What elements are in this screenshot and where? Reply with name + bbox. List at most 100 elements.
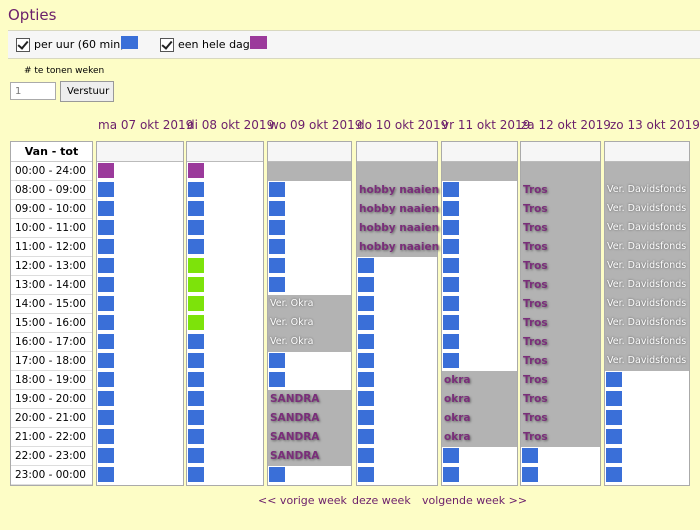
booked-slot[interactable] [357, 162, 437, 181]
slot-marker[interactable] [522, 448, 538, 463]
time-slot[interactable] [97, 390, 183, 409]
slot-marker[interactable] [443, 239, 459, 254]
time-slot[interactable] [268, 352, 351, 371]
booked-slot[interactable]: Tros [521, 219, 600, 238]
booked-slot[interactable]: okra [442, 390, 517, 409]
slot-marker[interactable] [269, 258, 285, 273]
booked-slot[interactable]: Ver. Davidsfonds [605, 257, 689, 276]
booked-slot[interactable]: hobby naaien [357, 200, 439, 219]
booked-slot[interactable]: Ver. Okra [268, 314, 351, 333]
slot-marker[interactable] [443, 315, 459, 330]
slot-marker[interactable] [443, 277, 459, 292]
time-slot[interactable] [187, 295, 263, 314]
time-slot[interactable] [442, 181, 517, 200]
slot-marker[interactable] [443, 334, 459, 349]
slot-marker[interactable] [98, 239, 114, 254]
prev-week-link[interactable]: << vorige week [258, 494, 347, 507]
slot-marker[interactable] [188, 353, 204, 368]
this-week-link[interactable]: deze week [352, 494, 411, 507]
time-slot[interactable] [268, 257, 351, 276]
booked-slot[interactable] [268, 162, 351, 181]
slot-marker[interactable] [443, 182, 459, 197]
time-slot[interactable] [605, 428, 689, 447]
booked-slot[interactable]: Tros [521, 352, 600, 371]
time-slot[interactable] [442, 200, 517, 219]
time-slot[interactable] [97, 314, 183, 333]
time-slot[interactable] [268, 200, 351, 219]
slot-marker[interactable] [358, 296, 374, 311]
time-slot[interactable] [268, 371, 351, 390]
time-slot[interactable] [187, 371, 263, 390]
time-slot[interactable] [97, 447, 183, 466]
booked-slot[interactable]: hobby naaien [357, 219, 439, 238]
slot-marker[interactable] [188, 220, 204, 235]
time-slot[interactable] [442, 314, 517, 333]
slot-marker[interactable] [358, 467, 374, 482]
slot-marker[interactable] [269, 220, 285, 235]
time-slot[interactable] [357, 333, 437, 352]
slot-marker[interactable] [188, 429, 204, 444]
slot-marker[interactable] [188, 201, 204, 216]
slot-marker[interactable] [188, 391, 204, 406]
slot-marker[interactable] [98, 410, 114, 425]
time-slot[interactable] [187, 352, 263, 371]
slot-marker[interactable] [606, 410, 622, 425]
time-slot[interactable] [605, 466, 689, 485]
time-slot[interactable] [442, 238, 517, 257]
time-slot[interactable] [605, 447, 689, 466]
slot-marker[interactable] [358, 391, 374, 406]
time-slot[interactable] [605, 371, 689, 390]
time-slot[interactable] [357, 390, 437, 409]
time-slot[interactable] [442, 219, 517, 238]
time-slot[interactable] [187, 466, 263, 485]
booked-slot[interactable]: Ver. Okra [268, 295, 351, 314]
time-slot[interactable] [357, 257, 437, 276]
booked-slot[interactable] [442, 162, 517, 181]
slot-marker[interactable] [98, 315, 114, 330]
slot-marker[interactable] [98, 277, 114, 292]
booked-slot[interactable]: Tros [521, 276, 600, 295]
time-slot[interactable] [268, 238, 351, 257]
slot-marker[interactable] [98, 391, 114, 406]
slot-marker[interactable] [188, 372, 204, 387]
slot-marker[interactable] [98, 220, 114, 235]
slot-marker[interactable] [98, 353, 114, 368]
time-slot[interactable] [97, 181, 183, 200]
slot-marker[interactable] [188, 410, 204, 425]
time-slot[interactable] [187, 333, 263, 352]
time-slot[interactable] [357, 466, 437, 485]
slot-marker[interactable] [98, 258, 114, 273]
time-slot[interactable] [268, 466, 351, 485]
time-slot[interactable] [442, 352, 517, 371]
time-slot[interactable] [357, 352, 437, 371]
time-slot[interactable] [187, 219, 263, 238]
slot-marker[interactable] [358, 353, 374, 368]
slot-marker[interactable] [522, 467, 538, 482]
booked-slot[interactable]: Ver. Davidsfonds [605, 314, 689, 333]
slot-marker[interactable] [188, 163, 204, 178]
booked-slot[interactable]: okra [442, 409, 517, 428]
slot-marker[interactable] [358, 410, 374, 425]
time-slot[interactable] [187, 257, 263, 276]
booked-slot[interactable] [605, 162, 689, 181]
time-slot[interactable] [187, 409, 263, 428]
weeks-input[interactable] [10, 82, 56, 100]
time-slot[interactable] [268, 181, 351, 200]
time-slot[interactable] [442, 276, 517, 295]
time-slot[interactable] [357, 371, 437, 390]
submit-button[interactable]: Verstuur [60, 81, 114, 102]
booked-slot[interactable]: SANDRA [268, 409, 351, 428]
booked-slot[interactable]: Tros [521, 238, 600, 257]
slot-marker[interactable] [269, 239, 285, 254]
time-slot[interactable] [442, 447, 517, 466]
booked-slot[interactable]: Tros [521, 333, 600, 352]
slot-marker[interactable] [606, 391, 622, 406]
time-slot[interactable] [97, 219, 183, 238]
slot-marker[interactable] [358, 448, 374, 463]
booked-slot[interactable]: Tros [521, 390, 600, 409]
slot-marker[interactable] [269, 201, 285, 216]
time-slot[interactable] [605, 390, 689, 409]
time-slot[interactable] [97, 371, 183, 390]
slot-marker[interactable] [269, 353, 285, 368]
slot-marker[interactable] [98, 163, 114, 178]
